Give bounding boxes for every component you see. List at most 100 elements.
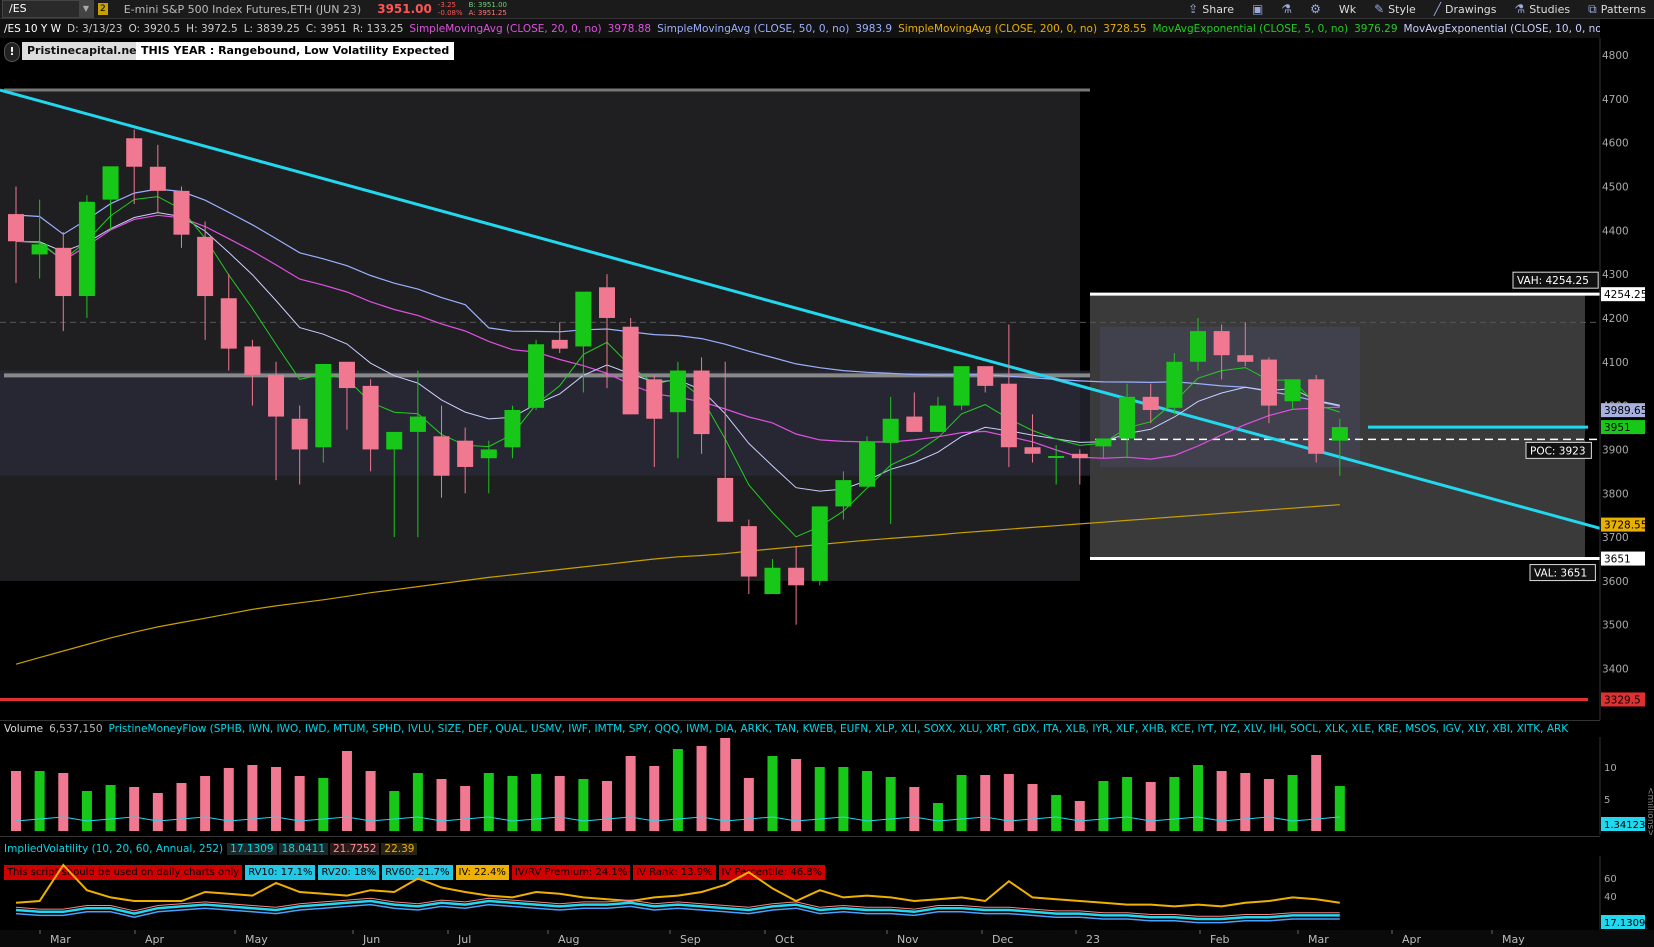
volume-bar xyxy=(105,785,116,831)
candle-body xyxy=(906,416,923,432)
flask-icon: ⚗ xyxy=(1281,2,1293,16)
gear-icon: ⚙ xyxy=(1310,2,1321,16)
volume-bar xyxy=(1145,782,1156,831)
style-icon: ✎ xyxy=(1374,2,1385,16)
volume-bar xyxy=(483,773,494,831)
site-tag: Pristinecapital.net xyxy=(22,42,147,60)
volume-bar xyxy=(271,767,282,831)
style-button[interactable]: ✎ Style xyxy=(1374,2,1416,16)
volume-bar xyxy=(1074,801,1085,831)
candle-body xyxy=(669,370,686,413)
volume-bar xyxy=(58,773,69,831)
price-chart[interactable]: 4800470046004500440043004200410040003900… xyxy=(0,38,1654,720)
profile-region-left xyxy=(0,90,1080,581)
iv-chart[interactable]: 60 40 17.1309 xyxy=(0,856,1654,932)
volume-bar xyxy=(767,756,778,831)
iv-value-3: 21.7252 xyxy=(330,842,380,855)
candle-body xyxy=(102,166,119,200)
change-block: -3.25 -0.08% xyxy=(438,1,463,17)
volume-bar xyxy=(460,786,471,831)
ema5-value: 3976.29 xyxy=(1354,22,1398,35)
notebook-icon: ▣ xyxy=(1251,2,1264,16)
volume-bar xyxy=(696,746,707,831)
candle-body xyxy=(551,339,568,349)
candle-body xyxy=(173,190,190,235)
volume-bar xyxy=(1169,777,1180,831)
volume-bar xyxy=(531,774,542,831)
volume-bar xyxy=(129,787,140,831)
panel-divider-2[interactable] xyxy=(0,836,1600,837)
candle-body xyxy=(1308,379,1325,454)
moneyflow-label[interactable]: PristineMoneyFlow (SPHB, IWN, IWO, IWD, … xyxy=(109,723,1569,735)
price-tick: 4300 xyxy=(1602,269,1629,281)
flask-button[interactable]: ⚗ xyxy=(1281,2,1292,16)
volume-bar xyxy=(223,768,234,831)
symbol-selector[interactable]: /ES ▼ xyxy=(2,0,94,18)
price-label-text: 3651 xyxy=(1604,554,1631,566)
candle-body xyxy=(291,418,308,450)
x-axis-label: Feb xyxy=(1210,933,1229,946)
candle-body xyxy=(1237,355,1254,362)
x-axis-label: 23 xyxy=(1086,933,1100,946)
candle-body xyxy=(504,409,521,448)
candle-body xyxy=(220,298,237,349)
x-axis-label: Aug xyxy=(558,933,579,946)
candle-body xyxy=(788,567,805,586)
volume-bar xyxy=(247,765,258,831)
sma200-label[interactable]: SimpleMovingAvg (CLOSE, 200, 0, no) xyxy=(898,23,1097,35)
volume-bar xyxy=(885,777,896,831)
bar-range: R: 133.25 xyxy=(352,22,404,35)
sma50-label[interactable]: SimpleMovingAvg (CLOSE, 50, 0, no) xyxy=(657,23,849,35)
net-change: -3.25 xyxy=(437,1,456,9)
volume-unit-label: <millions> xyxy=(1645,787,1654,835)
candle-body xyxy=(740,526,757,577)
candle-body xyxy=(1213,331,1230,356)
candle-body xyxy=(315,363,332,448)
settings-button[interactable]: ⚙ xyxy=(1310,2,1321,16)
volume-bar xyxy=(1263,779,1274,831)
instrument-description: E-mini S&P 500 Index Futures,ETH (JUN 23… xyxy=(123,2,362,16)
candle-body xyxy=(693,370,710,435)
candle-body xyxy=(1190,331,1206,362)
notebook-button[interactable]: ▣ xyxy=(1252,2,1263,16)
sma20-label[interactable]: SimpleMovingAvg (CLOSE, 20, 0, no) xyxy=(409,23,601,35)
candle-body xyxy=(599,287,615,318)
outlook-note: THIS YEAR : Rangebound, Low Volatility E… xyxy=(136,42,455,60)
ask-price: A: 3951.25 xyxy=(468,9,507,17)
candle-body xyxy=(433,436,450,476)
bar-open: O: 3920.5 xyxy=(128,22,181,35)
drawings-button[interactable]: ╱ Drawings xyxy=(1434,2,1497,16)
study-legend-bar: /ES 10 Y W D: 3/13/23 O: 3920.5 H: 3972.… xyxy=(0,19,1600,38)
volume-last-text: 1.34123 xyxy=(1604,820,1645,831)
link-badge[interactable]: 2 xyxy=(98,3,108,15)
ema10-label[interactable]: MovAvgExponential (CLOSE, 10, 0, no) xyxy=(1404,23,1600,35)
timeframe-button[interactable]: Wk xyxy=(1339,3,1356,16)
price-tick: 4700 xyxy=(1602,94,1629,106)
candle-body xyxy=(1142,396,1159,410)
vah-label-text: VAH: 4254.25 xyxy=(1517,275,1589,287)
price-tick: 4200 xyxy=(1602,313,1629,325)
price-label-text: 3329.5 xyxy=(1604,694,1641,706)
x-axis-label: May xyxy=(245,933,268,946)
symbol-text: /ES xyxy=(9,2,27,15)
bid-price: B: 3951.00 xyxy=(468,1,507,9)
volume-bar xyxy=(980,775,991,831)
pencil-icon: ╱ xyxy=(1433,2,1442,16)
share-button[interactable]: ⇪ Share xyxy=(1188,2,1234,16)
volume-bar xyxy=(625,756,636,831)
chevron-down-icon[interactable]: ▼ xyxy=(79,1,93,17)
ema5-label[interactable]: MovAvgExponential (CLOSE, 5, 0, no) xyxy=(1153,23,1349,35)
sma200-value: 3728.55 xyxy=(1103,22,1147,35)
alert-icon[interactable]: ! xyxy=(4,42,20,62)
x-axis-label: Apr xyxy=(1402,933,1422,946)
iv-label[interactable]: ImpliedVolatility (10, 20, 60, Annual, 2… xyxy=(4,843,223,855)
volume-bar xyxy=(341,751,352,831)
candle-body xyxy=(480,449,497,459)
volume-chart[interactable]: 10 5 <millions>1.34123 xyxy=(0,737,1654,835)
volume-bar xyxy=(507,776,518,831)
patterns-button[interactable]: ⧉ Patterns xyxy=(1588,2,1646,17)
x-axis-label: Jul xyxy=(457,933,471,946)
candle-body xyxy=(575,291,592,347)
studies-button[interactable]: ⚗ Studies xyxy=(1515,2,1571,16)
candle-body xyxy=(55,247,72,297)
